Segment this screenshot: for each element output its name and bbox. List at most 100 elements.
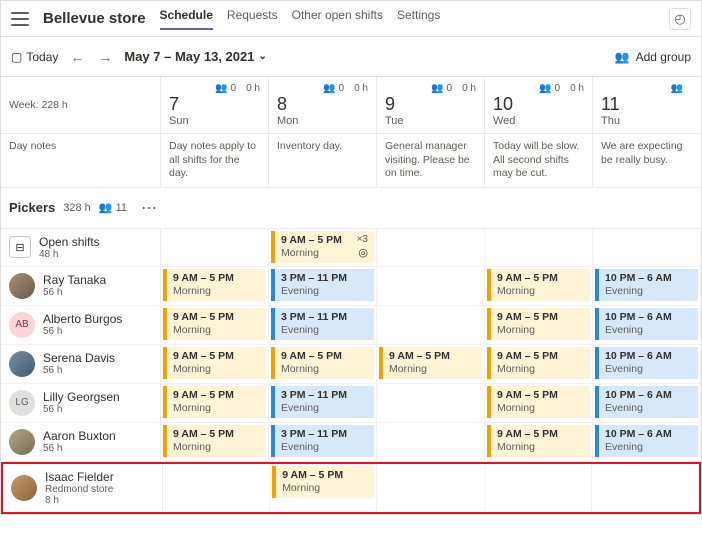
tab-schedule[interactable]: Schedule (160, 8, 213, 30)
schedule-cell[interactable] (485, 464, 592, 512)
shift-block[interactable]: 9 AM – 5 PMMorning (487, 425, 590, 457)
toolbar: ▢ Today ← → May 7 – May 13, 2021 ⌄ 👥 Add… (1, 37, 701, 77)
schedule-cell[interactable]: 10 PM – 6 AMEvening (593, 423, 701, 461)
person-head[interactable]: Isaac Fielder Redmond store 8 h (3, 464, 163, 512)
schedule-cell[interactable]: 9 AM – 5 PMMorning (485, 267, 593, 305)
shift-block[interactable]: 9 AM – 5 PMMorning (163, 386, 266, 418)
day-column-header[interactable]: 👥 00 h8Mon (269, 77, 377, 134)
schedule-cell[interactable]: 9 AM – 5 PMMorning (485, 384, 593, 422)
schedule-cell[interactable] (163, 464, 270, 512)
day-note[interactable]: Inventory day. (269, 134, 377, 188)
shift-block[interactable]: 9 AM – 5 PMMorning (487, 308, 590, 340)
schedule-cell[interactable] (377, 306, 485, 344)
tab-settings[interactable]: Settings (397, 8, 440, 30)
schedule-cell[interactable] (592, 464, 699, 512)
shift-block[interactable]: 9 AM – 5 PMMorning (487, 347, 590, 379)
person-head[interactable]: Serena Davis56 h (1, 345, 161, 383)
group-count: 👥 11 (99, 201, 127, 214)
avatar (9, 273, 35, 299)
shift-block[interactable]: 3 PM – 11 PMEvening (271, 386, 374, 418)
shift-block[interactable]: 10 PM – 6 AMEvening (595, 269, 698, 301)
schedule-cell[interactable]: 3 PM – 11 PMEvening (269, 384, 377, 422)
shift-block[interactable]: 9 AM – 5 PMMorning (272, 466, 374, 498)
day-note[interactable]: Day notes apply to all shifts for the da… (161, 134, 269, 188)
schedule-cell[interactable]: 9 AM – 5 PMMorning (270, 464, 377, 512)
day-column-header[interactable]: 👥 00 h10Wed (485, 77, 593, 134)
schedule-cell[interactable] (377, 384, 485, 422)
person-head[interactable]: LGLilly Georgsen56 h (1, 384, 161, 422)
schedule-cell[interactable]: 9 AM – 5 PMMorning (161, 384, 269, 422)
open-shifts-icon: ⊟ (9, 236, 31, 258)
shift-block[interactable]: 9 AM – 5 PMMorning (487, 386, 590, 418)
person-row: Aaron Buxton56 h9 AM – 5 PMMorning3 PM –… (1, 423, 701, 462)
person-head[interactable]: Aaron Buxton56 h (1, 423, 161, 461)
day-column-header[interactable]: 👥 00 h7Sun (161, 77, 269, 134)
schedule-cell[interactable]: 9 AM – 5 PMMorning (485, 345, 593, 383)
shift-block[interactable]: 3 PM – 11 PMEvening (271, 308, 374, 340)
chevron-down-icon: ⌄ (258, 51, 266, 62)
day-column-header[interactable]: 👥 00 h9Tue (377, 77, 485, 134)
shift-block[interactable]: 9 AM – 5 PMMorning (163, 425, 266, 457)
schedule-cell[interactable] (161, 229, 269, 266)
shift-block[interactable]: 9 AM – 5 PMMorning (163, 269, 266, 301)
schedule-cell[interactable] (593, 229, 701, 266)
shift-block[interactable]: 9 AM – 5 PMMorning (163, 308, 266, 340)
person-row: LGLilly Georgsen56 h9 AM – 5 PMMorning3 … (1, 384, 701, 423)
next-week-button[interactable]: → (96, 49, 114, 65)
day-note[interactable]: Today will be slow. All second shifts ma… (485, 134, 593, 188)
schedule-cell[interactable] (485, 229, 593, 266)
today-button[interactable]: ▢ Today (11, 50, 58, 64)
group-name: Pickers (9, 200, 55, 215)
schedule-cell[interactable]: 9 AM – 5 PMMorning (269, 345, 377, 383)
schedule-cell[interactable]: 10 PM – 6 AMEvening (593, 267, 701, 305)
shared-shift-row: Isaac Fielder Redmond store 8 h 9 AM – 5… (1, 462, 701, 514)
date-range-picker[interactable]: May 7 – May 13, 2021 ⌄ (124, 49, 266, 64)
schedule-cell[interactable]: 9 AM – 5 PMMorning (161, 267, 269, 305)
schedule-cell[interactable]: 9 AM – 5 PMMorning (161, 306, 269, 344)
person-head[interactable]: ABAlberto Burgos56 h (1, 306, 161, 344)
day-note[interactable]: We are expecting be really busy. (593, 134, 701, 188)
person-head[interactable]: Ray Tanaka56 h (1, 267, 161, 305)
week-total: Week: 228 h (1, 77, 161, 134)
schedule-cell[interactable] (377, 267, 485, 305)
schedule-cell[interactable]: 3 PM – 11 PMEvening (269, 267, 377, 305)
schedule-cell[interactable]: 9 AM – 5 PMMorning (485, 306, 593, 344)
schedule-cell[interactable]: 3 PM – 11 PMEvening (269, 423, 377, 461)
prev-week-button[interactable]: ← (68, 49, 86, 65)
schedule-cell[interactable]: 9 AM – 5 PMMorning (161, 423, 269, 461)
schedule-cell[interactable] (377, 423, 485, 461)
shift-block[interactable]: 9 AM – 5 PMMorning×3◎ (271, 231, 374, 263)
shift-block[interactable]: 10 PM – 6 AMEvening (595, 308, 698, 340)
tab-requests[interactable]: Requests (227, 8, 278, 30)
schedule-cell[interactable]: 9 AM – 5 PMMorning (485, 423, 593, 461)
shift-block[interactable]: 9 AM – 5 PMMorning (379, 347, 482, 379)
shift-block[interactable]: 3 PM – 11 PMEvening (271, 269, 374, 301)
group-more-icon[interactable]: ⋯ (135, 198, 163, 218)
schedule-cell[interactable]: 10 PM – 6 AMEvening (593, 345, 701, 383)
hamburger-icon[interactable] (11, 10, 29, 28)
schedule-cell[interactable]: 3 PM – 11 PMEvening (269, 306, 377, 344)
shift-block[interactable]: 10 PM – 6 AMEvening (595, 386, 698, 418)
schedule-cell[interactable]: 10 PM – 6 AMEvening (593, 306, 701, 344)
tab-other-open-shifts[interactable]: Other open shifts (292, 8, 383, 30)
add-group-button[interactable]: 👥 Add group (615, 50, 691, 64)
shift-block[interactable]: 9 AM – 5 PMMorning (163, 347, 266, 379)
schedule-cell[interactable]: 10 PM – 6 AMEvening (593, 384, 701, 422)
schedule-cell[interactable] (377, 229, 485, 266)
shift-block[interactable]: 9 AM – 5 PMMorning (271, 347, 374, 379)
schedule-cell[interactable]: 9 AM – 5 PMMorning (161, 345, 269, 383)
clock-icon[interactable]: ◴ (669, 8, 691, 30)
shift-block[interactable]: 10 PM – 6 AMEvening (595, 425, 698, 457)
group-count-icon: 👥 0 (539, 83, 560, 94)
open-shifts-head[interactable]: ⊟ Open shifts 48 h (1, 229, 161, 266)
schedule-cell[interactable]: 9 AM – 5 PMMorning×3◎ (269, 229, 377, 266)
shift-block[interactable]: 3 PM – 11 PMEvening (271, 425, 374, 457)
shift-block[interactable]: 10 PM – 6 AMEvening (595, 347, 698, 379)
schedule-cell[interactable]: 9 AM – 5 PMMorning (377, 345, 485, 383)
schedule-cell[interactable] (377, 464, 484, 512)
group-count-icon: 👥 0 (431, 83, 452, 94)
person-row: Serena Davis56 h9 AM – 5 PMMorning9 AM –… (1, 345, 701, 384)
day-note[interactable]: General manager visiting. Please be on t… (377, 134, 485, 188)
shift-block[interactable]: 9 AM – 5 PMMorning (487, 269, 590, 301)
day-column-header[interactable]: 👥 11Thu (593, 77, 701, 134)
